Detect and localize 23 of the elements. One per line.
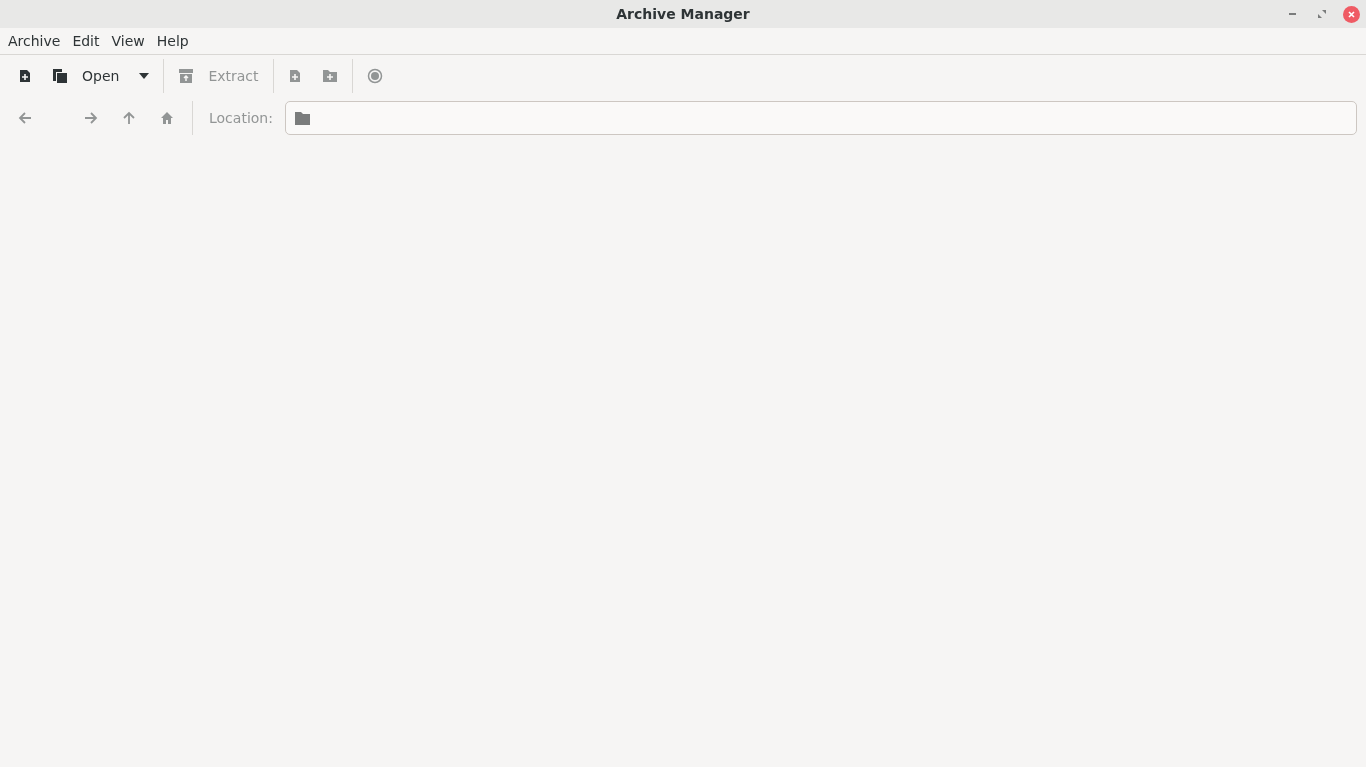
menu-item[interactable]: Help [150, 30, 195, 52]
home-icon [160, 111, 174, 125]
add-folder-icon [321, 69, 338, 83]
window-title: Archive Manager [616, 4, 750, 24]
location-label: Location: [208, 108, 274, 128]
close-icon [1348, 10, 1355, 18]
open-button[interactable]: Open [42, 59, 130, 93]
archive-box-icon [178, 68, 195, 84]
menu-item[interactable]: View [105, 30, 151, 52]
menu-item[interactable]: Archive [2, 30, 67, 52]
folder-icon [294, 111, 310, 125]
up-arrow-icon [122, 111, 136, 125]
stop-icon [366, 68, 383, 84]
menu-item[interactable]: Edit [66, 30, 106, 52]
right-arrow-icon [84, 111, 98, 125]
close-button[interactable] [1343, 5, 1360, 23]
location-field[interactable] [284, 101, 1357, 135]
caret-icon [139, 73, 150, 79]
documents-icon [52, 68, 68, 84]
left-arrow-icon [18, 111, 32, 125]
add-file-icon [287, 69, 302, 83]
new-file-icon [18, 69, 32, 83]
restore-icon [1318, 10, 1326, 18]
